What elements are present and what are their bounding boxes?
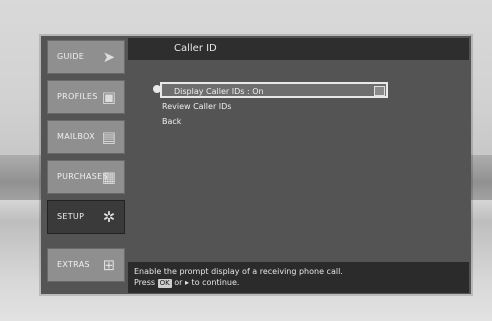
menu-item-display-caller-ids[interactable]: Display Caller IDs : On	[160, 82, 388, 98]
tab-label: PROFILES	[57, 92, 98, 101]
menu-item-label: Back	[162, 117, 182, 126]
tab-label: SETUP	[57, 212, 85, 221]
help-continue: or ▸ to continue.	[174, 278, 240, 287]
help-line-1: Enable the prompt display of a receiving…	[134, 267, 343, 276]
tab-label: EXTRAS	[57, 260, 90, 269]
mailbox-icon: ▤	[101, 128, 117, 146]
tab-mailbox[interactable]: MAILBOX ▤	[47, 120, 125, 154]
ok-key-icon: OK	[157, 279, 172, 288]
menu-item-label: Display Caller IDs : On	[174, 87, 264, 96]
help-press: Press	[134, 278, 156, 287]
screen-header: Caller ID	[128, 38, 469, 60]
tab-purchases[interactable]: PURCHASES ▦	[47, 160, 125, 194]
grid-icon: ⊞	[102, 256, 116, 274]
arrow-right-icon: ➤	[102, 48, 116, 66]
menu-item-back[interactable]: Back	[162, 115, 181, 129]
tab-setup[interactable]: SETUP ✲	[47, 200, 125, 234]
toggle-box-icon[interactable]	[374, 86, 385, 96]
gear-icon: ✲	[102, 208, 116, 226]
menu-item-label: Review Caller IDs	[162, 102, 232, 111]
tab-guide[interactable]: GUIDE ➤	[47, 40, 125, 74]
tab-label: GUIDE	[57, 52, 85, 61]
tab-extras[interactable]: EXTRAS ⊞	[47, 248, 125, 282]
profile-icon: ▣	[101, 88, 117, 106]
tab-profiles[interactable]: PROFILES ▣	[47, 80, 125, 114]
page-title: Caller ID	[174, 43, 217, 54]
purchase-icon: ▦	[101, 168, 117, 186]
help-line-2: Press OK or ▸ to continue.	[134, 277, 463, 288]
help-footer: Enable the prompt display of a receiving…	[128, 262, 469, 293]
menu-item-review-caller-ids[interactable]: Review Caller IDs	[162, 100, 231, 114]
tab-label: MAILBOX	[57, 132, 95, 141]
